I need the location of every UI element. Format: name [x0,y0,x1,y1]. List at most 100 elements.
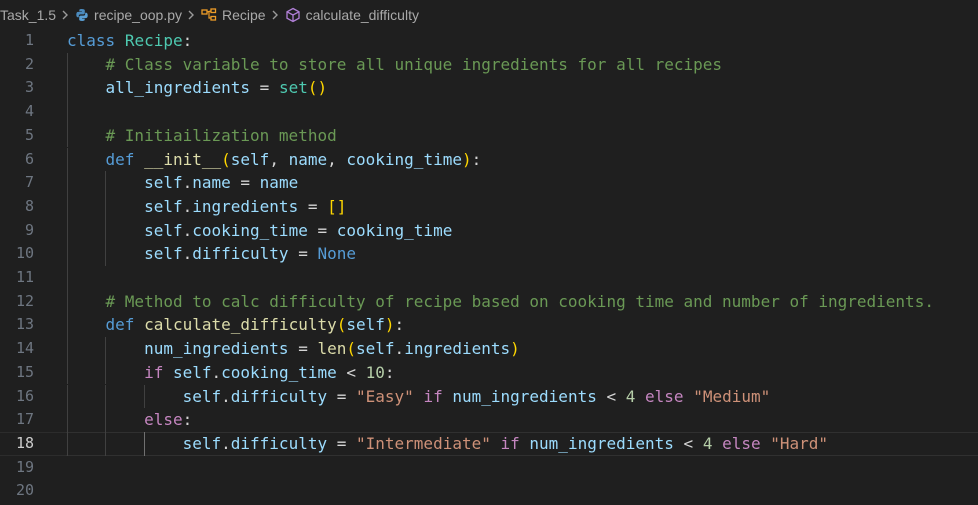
code-line[interactable]: 18 self.difficulty = "Intermediate" if n… [0,431,978,456]
code-token: num_ingredients [144,339,289,359]
breadcrumb-method[interactable]: calculate_difficulty [285,7,419,23]
code-token: def [105,315,135,335]
line-number[interactable]: 7 [0,171,34,195]
line-number[interactable]: 11 [0,266,34,290]
class-symbol-icon [201,8,217,22]
breadcrumb-class-label: Recipe [222,7,266,23]
code-token: cooking_time [346,149,462,169]
code-token: , [269,149,289,169]
code-token: if [144,362,164,382]
code-line[interactable]: 19 [0,456,978,480]
code-token: class [67,31,116,50]
code-token: name [288,149,328,169]
code-token: self [182,433,222,453]
code-token: self [172,362,212,382]
breadcrumb-file[interactable]: recipe_oop.py [75,7,182,23]
code-line[interactable]: 9 self.cooking_time = cooking_time [0,218,978,243]
breadcrumb-folder[interactable]: Task_1.5 [0,7,56,23]
code-token: : [471,149,482,169]
code-line[interactable]: 7 self.name = name [0,171,978,195]
code-token: difficulty [230,433,328,453]
line-number[interactable]: 2 [0,53,34,77]
code-line[interactable]: 20 [0,479,978,503]
code-token: self [144,173,183,193]
line-number[interactable]: 15 [0,361,34,385]
code-text: else: [67,408,192,432]
breadcrumb-class[interactable]: Recipe [201,7,266,23]
code-line[interactable]: 3 all_ingredients = set() [0,76,978,101]
method-symbol-icon [285,7,301,23]
code-text: # Method to calc difficulty of recipe ba… [67,290,934,314]
code-token: < [673,433,703,453]
code-token: num_ingredients [529,433,674,453]
line-number[interactable]: 12 [0,290,34,314]
line-number[interactable]: 3 [0,76,34,100]
code-token: 4 [702,433,713,453]
indent-guide [67,100,68,124]
code-token: "Medium" [693,386,771,406]
breadcrumb-method-label: calculate_difficulty [305,7,419,23]
line-number[interactable]: 5 [0,124,34,148]
code-token: ( [221,149,231,169]
code-token: self [144,220,183,240]
code-line[interactable]: 6 def __init__(self, name, cooking_time)… [0,147,978,172]
code-token: cooking_time [336,220,453,240]
line-number[interactable]: 13 [0,313,34,337]
code-line[interactable]: 12 # Method to calc difficulty of recipe… [0,289,978,314]
code-text: def calculate_difficulty(self): [67,313,405,337]
line-number[interactable]: 19 [0,456,34,480]
code-token: ) [461,149,472,169]
code-token: . [211,362,222,382]
breadcrumb-folder-label: Task_1.5 [0,7,57,23]
code-token: ingredients [192,196,299,216]
code-editor[interactable]: 1 class Recipe: 2 # Class variable to stor… [0,29,978,505]
line-number[interactable]: 16 [0,385,34,409]
code-line[interactable]: 16 self.difficulty = "Easy" if num_ingre… [0,384,978,409]
code-line[interactable]: 4 [0,100,978,124]
line-number[interactable]: 20 [0,479,34,503]
line-number[interactable]: 8 [0,195,34,219]
code-text: def __init__(self, name, cooking_time): [67,148,482,172]
line-number[interactable]: 9 [0,219,34,243]
code-token: self [144,244,183,264]
code-token: [] [327,196,347,216]
code-token: calculate_difficulty [144,315,337,335]
line-number[interactable]: 17 [0,408,34,432]
code-line[interactable]: 13 def calculate_difficulty(self): [0,313,978,338]
line-number[interactable]: 6 [0,148,34,172]
code-line[interactable]: 15 if self.cooking_time < 10: [0,360,978,385]
code-line[interactable]: 8 self.ingredients = [] [0,194,978,219]
line-number[interactable]: 18 [0,432,34,456]
code-line[interactable]: 14 num_ingredients = len(self.ingredient… [0,337,978,361]
code-token: , [327,149,347,169]
line-number[interactable]: 1 [0,29,34,53]
code-line[interactable]: 5 # Initiailization method [0,123,978,148]
code-token: else [722,433,761,453]
code-text: num_ingredients = len(self.ingredients) [67,337,520,361]
code-token: ) [384,315,395,335]
code-line[interactable]: 17 else: [0,408,978,432]
line-number[interactable]: 14 [0,337,34,361]
code-token: "Intermediate" [356,433,491,453]
code-token: "Hard" [770,433,829,453]
code-line[interactable]: 11 [0,266,978,290]
code-token: . [221,386,231,406]
line-number[interactable]: 4 [0,100,34,124]
code-token: difficulty [230,386,328,406]
code-text: # Class variable to store all unique ing… [67,53,723,77]
line-number[interactable]: 10 [0,242,34,266]
code-line[interactable]: 2 # Class variable to store all unique i… [0,52,978,77]
code-line[interactable]: 1 class Recipe: [0,29,978,53]
code-line[interactable]: 10 self.difficulty = None [0,242,978,266]
code-text: self.difficulty = "Easy" if num_ingredie… [67,385,771,409]
